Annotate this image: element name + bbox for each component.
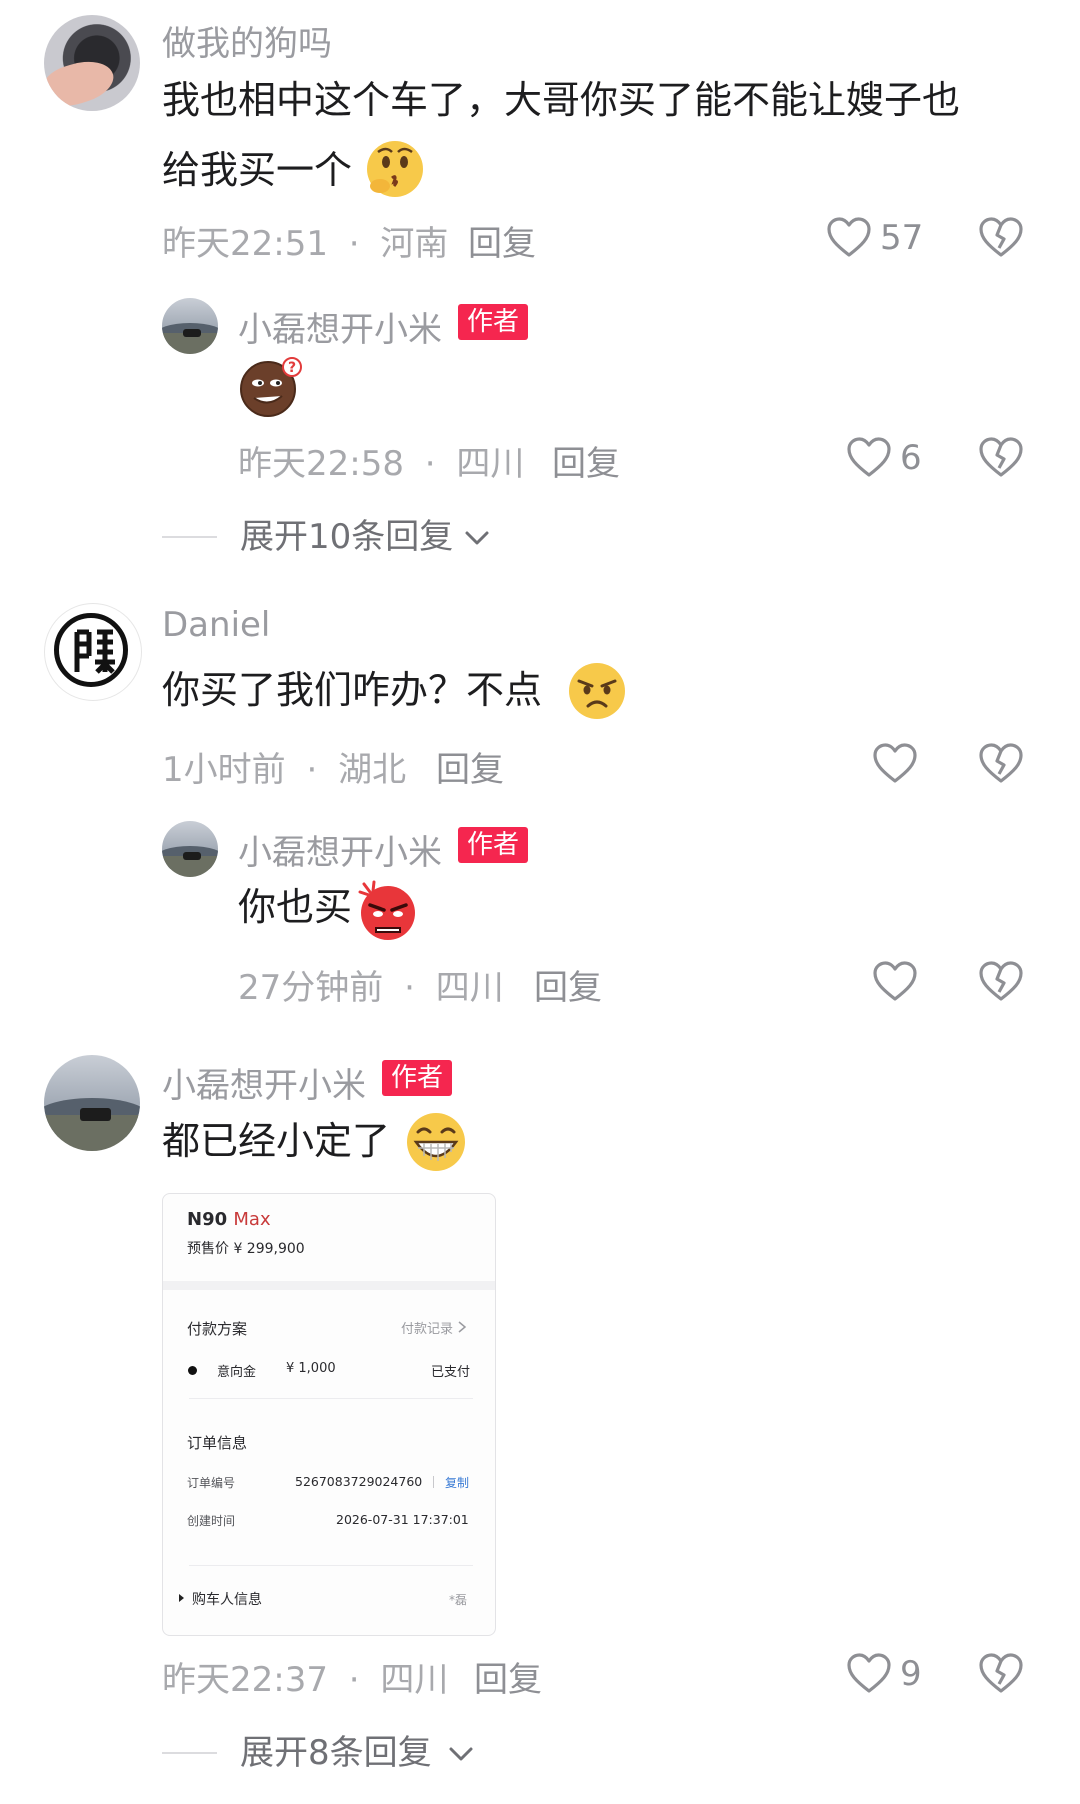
reply-location: 四川 bbox=[456, 444, 525, 484]
reply-meta: 昨天22:58 · 四川 bbox=[238, 436, 524, 485]
svg-text:?: ? bbox=[288, 360, 296, 376]
card-deposit-amount: ¥ 1,000 bbox=[286, 1361, 336, 1376]
card-order-no: 5267083729024760 bbox=[295, 1474, 423, 1489]
comment-username[interactable]: 做我的狗吗 bbox=[162, 16, 332, 65]
reply-button[interactable]: 回复 bbox=[552, 436, 620, 485]
comment-time: 昨天22:37 bbox=[162, 1660, 328, 1700]
meta-separator: · bbox=[306, 750, 318, 790]
meta-separator: · bbox=[348, 224, 360, 264]
reply-meta: 27分钟前 · 四川 bbox=[238, 960, 504, 1009]
card-model: N90 Max bbox=[187, 1209, 271, 1230]
avatar[interactable] bbox=[44, 15, 140, 111]
angry-face-emoji bbox=[358, 880, 415, 940]
broken-heart-icon[interactable] bbox=[978, 742, 1024, 784]
comment-text-line-1: 我也相中这个车了，大哥你买了能不能让嫂子也 bbox=[162, 78, 961, 122]
heart-outline-icon[interactable] bbox=[872, 960, 918, 1002]
broken-heart-icon[interactable] bbox=[978, 960, 1024, 1002]
heart-outline-icon[interactable] bbox=[872, 742, 918, 784]
meta-separator: · bbox=[424, 444, 436, 484]
like-count: 9 bbox=[900, 1654, 922, 1694]
heart-outline-icon[interactable] bbox=[846, 1652, 892, 1694]
seal-logo bbox=[74, 629, 115, 674]
card-copy-button[interactable]: 复制 bbox=[445, 1474, 469, 1491]
heart-outline-icon[interactable] bbox=[826, 216, 872, 258]
author-badge: 作者 bbox=[458, 304, 529, 340]
card-payment-record-label: 付款记录 bbox=[401, 1322, 454, 1337]
card-buyer-info[interactable]: 购车人信息 bbox=[192, 1589, 262, 1609]
reply-username[interactable]: 小磊想开小米 bbox=[238, 302, 442, 351]
reply-time: 昨天22:58 bbox=[238, 444, 404, 484]
reply-username[interactable]: 小磊想开小米 bbox=[238, 825, 442, 874]
chevron-down-icon bbox=[465, 531, 489, 545]
like-count: 57 bbox=[880, 218, 924, 258]
broken-heart-icon[interactable] bbox=[978, 436, 1024, 478]
card-payment-plan: 付款方案 bbox=[187, 1320, 248, 1338]
comment-location: 四川 bbox=[380, 1660, 449, 1700]
divider bbox=[163, 1281, 495, 1290]
reply-text: 你也买 bbox=[238, 885, 353, 929]
smirking-emoji: ? bbox=[240, 357, 302, 417]
comment-location: 湖北 bbox=[338, 750, 407, 790]
reply-location: 四川 bbox=[435, 968, 504, 1008]
expand-replies-label: 展开10条回复 bbox=[240, 517, 454, 557]
bullet-dot bbox=[188, 1366, 197, 1375]
caret-right-icon bbox=[179, 1594, 184, 1602]
divider bbox=[162, 1752, 217, 1754]
broken-heart-icon[interactable] bbox=[978, 1652, 1024, 1694]
comment-text: 你买了我们咋办？不点 bbox=[162, 668, 543, 712]
avatar[interactable] bbox=[162, 298, 218, 354]
avatar[interactable] bbox=[44, 1055, 140, 1151]
reply-time: 27分钟前 bbox=[238, 968, 384, 1008]
card-order-info: 订单信息 bbox=[187, 1434, 248, 1452]
comment-time: 昨天22:51 bbox=[162, 224, 328, 264]
divider bbox=[433, 1476, 434, 1488]
frowning-face-emoji bbox=[569, 663, 625, 719]
comment-meta: 1小时前 · 湖北 bbox=[162, 742, 406, 791]
card-created-label: 创建时间 bbox=[187, 1514, 236, 1528]
card-order-no-label: 订单编号 bbox=[187, 1476, 236, 1490]
author-badge: 作者 bbox=[458, 827, 529, 863]
comment-meta: 昨天22:51 · 河南 bbox=[162, 216, 448, 265]
kissing-face-emoji bbox=[367, 141, 423, 197]
author-badge: 作者 bbox=[382, 1060, 453, 1096]
card-created-time: 2026-07-31 17:37:01 bbox=[336, 1512, 469, 1527]
comment-time: 1小时前 bbox=[162, 750, 286, 790]
comment-meta: 昨天22:37 · 四川 bbox=[162, 1652, 448, 1701]
comment-text: 都已经小定了 bbox=[162, 1119, 391, 1163]
reply-button[interactable]: 回复 bbox=[474, 1652, 542, 1701]
card-payment-record[interactable]: 付款记录 bbox=[401, 1318, 467, 1337]
order-card[interactable]: N90 Max 预售价 ¥ 299,900 付款方案 付款记录 意向金 ¥ 1,… bbox=[162, 1193, 496, 1636]
comment-text-line-2: 给我买一个 bbox=[162, 148, 353, 192]
avatar[interactable] bbox=[44, 603, 142, 701]
card-model-suffix: Max bbox=[233, 1209, 271, 1230]
card-presale-price: 预售价 ¥ 299,900 bbox=[187, 1241, 305, 1257]
divider bbox=[162, 536, 217, 538]
chevron-down-icon bbox=[449, 1747, 473, 1761]
expand-replies-button[interactable]: 展开10条回复 bbox=[162, 512, 522, 562]
heart-outline-icon[interactable] bbox=[846, 436, 892, 478]
comment-location: 河南 bbox=[380, 224, 449, 264]
expand-replies-label: 展开8条回复 bbox=[240, 1733, 432, 1773]
card-buyer-name: *磊 bbox=[449, 1593, 468, 1607]
chevron-right-icon bbox=[458, 1321, 467, 1333]
comment-username[interactable]: Daniel bbox=[162, 605, 270, 645]
expand-replies-button[interactable]: 展开8条回复 bbox=[162, 1728, 502, 1778]
reply-button[interactable]: 回复 bbox=[468, 216, 536, 265]
broken-heart-icon[interactable] bbox=[978, 216, 1024, 258]
meta-separator: · bbox=[348, 1660, 360, 1700]
reply-button[interactable]: 回复 bbox=[534, 960, 602, 1009]
divider bbox=[189, 1565, 473, 1566]
meta-separator: · bbox=[404, 968, 415, 1008]
avatar[interactable] bbox=[162, 821, 218, 877]
like-count: 6 bbox=[900, 438, 922, 478]
comment-username[interactable]: 小磊想开小米 bbox=[162, 1058, 366, 1107]
card-deposit-label: 意向金 bbox=[217, 1365, 257, 1380]
card-model-prefix: N90 bbox=[187, 1209, 228, 1230]
card-deposit-status: 已支付 bbox=[431, 1365, 471, 1380]
grinning-face-emoji bbox=[407, 1113, 465, 1171]
divider bbox=[189, 1398, 473, 1399]
reply-button[interactable]: 回复 bbox=[436, 742, 504, 791]
